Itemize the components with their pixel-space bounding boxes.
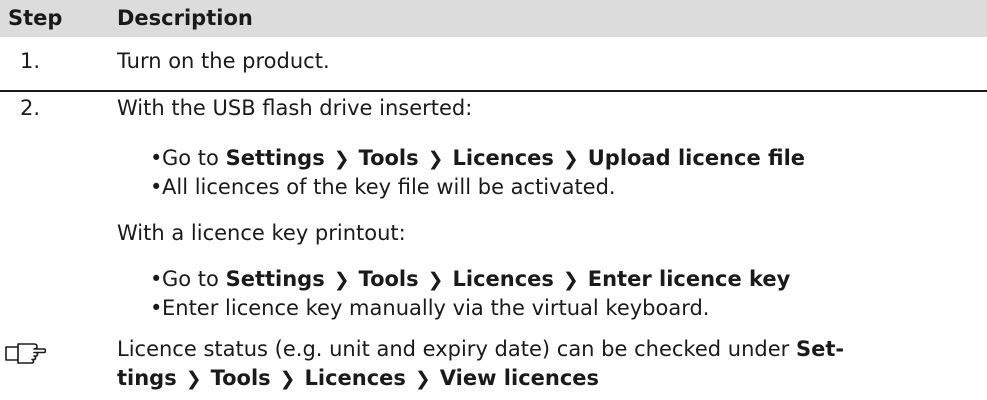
chevron-right-icon: ❯ xyxy=(185,368,202,390)
step-number-1: 1. xyxy=(20,49,41,73)
menu-path-tools: Tools xyxy=(358,146,419,170)
note-text: Licence status (e.g. unit and expiry dat… xyxy=(117,337,790,361)
column-header-description: Description xyxy=(117,6,253,30)
hand-pointing-icon xyxy=(5,343,46,364)
menu-path-upload-licence-file: Upload licence file xyxy=(587,146,806,170)
menu-path-settings: Settings xyxy=(225,146,325,170)
go-to-label: Go to xyxy=(162,146,219,170)
chevron-right-icon: ❯ xyxy=(427,148,444,170)
menu-path-enter-licence-key: Enter licence key xyxy=(587,267,791,291)
note-path-licences: Licences xyxy=(304,366,406,390)
note-path-settings-start: Set- xyxy=(795,337,845,361)
go-to-label: Go to xyxy=(162,267,219,291)
note-line-2: tings ❯ Tools ❯ Licences ❯ View licences xyxy=(117,366,599,390)
menu-path-settings: Settings xyxy=(225,267,325,291)
menu-path-tools: Tools xyxy=(358,267,419,291)
row-divider xyxy=(0,90,987,92)
list-item-virtual-keyboard: Enter licence key manually via the virtu… xyxy=(162,296,710,320)
bullet-marker: • xyxy=(150,296,163,320)
menu-path-licences: Licences xyxy=(452,146,554,170)
menu-path-licences: Licences xyxy=(452,267,554,291)
table-header: Step Description xyxy=(0,0,987,37)
note-path-view-licences: View licences xyxy=(439,366,600,390)
chevron-right-icon: ❯ xyxy=(333,269,350,291)
chevron-right-icon: ❯ xyxy=(279,368,296,390)
chevron-right-icon: ❯ xyxy=(333,148,350,170)
chevron-right-icon: ❯ xyxy=(562,148,579,170)
chevron-right-icon: ❯ xyxy=(414,368,431,390)
chevron-right-icon: ❯ xyxy=(427,269,444,291)
step-intro-printout: With a licence key printout: xyxy=(117,221,406,245)
list-item-enter-path: Go to Settings ❯ Tools ❯ Licences ❯ Enter lice… xyxy=(162,267,790,291)
bullet-marker: • xyxy=(150,175,163,199)
note-path-tools: Tools xyxy=(210,366,271,390)
step-intro-usb: With the USB flash drive inserted: xyxy=(117,96,473,120)
list-item-activated: All licences of the key file will be act… xyxy=(162,175,616,199)
chevron-right-icon: ❯ xyxy=(562,269,579,291)
step-description-1: Turn on the product. xyxy=(117,49,330,73)
note-line-1: Licence status (e.g. unit and expiry dat… xyxy=(117,337,844,361)
bullet-marker: • xyxy=(150,267,163,291)
bullet-marker: • xyxy=(150,146,163,170)
step-number-2: 2. xyxy=(20,96,41,120)
list-item-upload-path: Go to Settings ❯ Tools ❯ Licences ❯ Upload lic… xyxy=(162,146,805,170)
note-path-settings-end: tings xyxy=(117,366,177,390)
column-header-step: Step xyxy=(8,6,63,30)
